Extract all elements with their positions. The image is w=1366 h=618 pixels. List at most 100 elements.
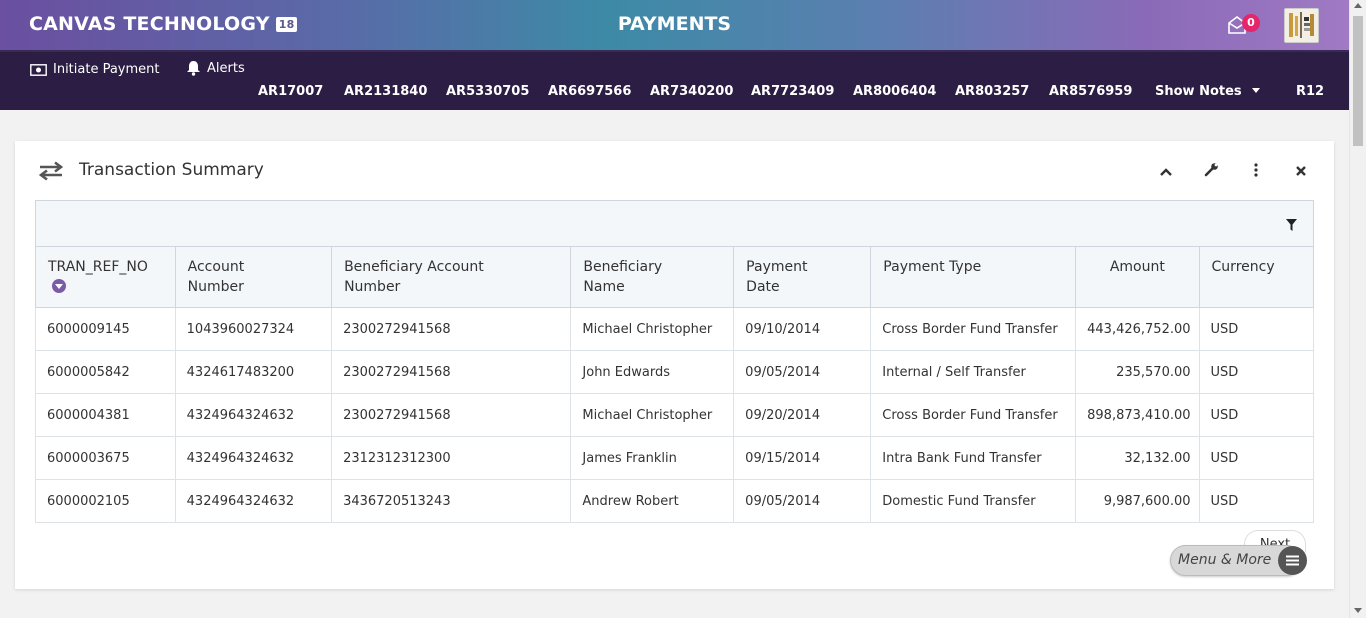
cell-beneficiary-account: 3436720513243 xyxy=(331,479,572,523)
transaction-summary-card: Transaction Summary TRAN_REF_NO Account … xyxy=(15,141,1334,589)
cell-beneficiary-name: Michael Christopher xyxy=(570,307,735,351)
brand-name: CANVAS TECHNOLOGY xyxy=(29,13,270,35)
table-row[interactable]: 6000009145 1043960027324 2300272941568 M… xyxy=(35,307,1315,351)
card-title: Transaction Summary xyxy=(79,160,264,180)
cell-payment-type: Intra Bank Fund Transfer xyxy=(870,436,1077,480)
column-header-currency[interactable]: Currency xyxy=(1198,247,1315,308)
ar-link[interactable]: AR5330705 xyxy=(446,84,529,99)
column-header-label: Amount xyxy=(1109,259,1165,275)
alerts-link[interactable]: Alerts xyxy=(186,60,245,76)
close-icon xyxy=(1295,162,1307,181)
cell-amount: 32,132.00 xyxy=(1075,436,1200,480)
avatar[interactable] xyxy=(1284,8,1319,43)
column-header-amount[interactable]: Amount xyxy=(1075,247,1200,308)
column-header-account-number[interactable]: Account Number xyxy=(174,247,333,308)
cell-beneficiary-account: 2300272941568 xyxy=(331,307,572,351)
cell-tran-ref: 6000005842 xyxy=(35,350,176,394)
ar-link[interactable]: AR803257 xyxy=(955,84,1029,99)
cell-tran-ref: 6000002105 xyxy=(35,479,176,523)
cell-payment-date: 09/15/2014 xyxy=(733,436,872,480)
cell-payment-date: 09/05/2014 xyxy=(733,350,872,394)
column-header-label: Beneficiary Name xyxy=(583,259,663,295)
header-bar: CANVAS TECHNOLOGY 18 PAYMENTS 0 xyxy=(0,0,1349,50)
scroll-up-icon[interactable] xyxy=(1354,3,1362,8)
transfer-arrows-icon xyxy=(38,161,64,185)
cell-payment-date: 09/10/2014 xyxy=(733,307,872,351)
brand-badge: 18 xyxy=(275,16,298,32)
cell-account-number: 4324964324632 xyxy=(174,479,333,523)
scrollbar-thumb[interactable] xyxy=(1353,16,1363,146)
cell-amount: 9,987,600.00 xyxy=(1075,479,1200,523)
ar-link[interactable]: AR7340200 xyxy=(650,84,733,99)
bell-icon xyxy=(186,60,201,76)
cell-payment-type: Cross Border Fund Transfer xyxy=(870,307,1077,351)
cell-tran-ref: 6000004381 xyxy=(35,393,176,437)
chevron-up-icon xyxy=(1159,162,1173,181)
show-notes-label: Show Notes xyxy=(1155,84,1242,99)
sort-dropdown-icon[interactable] xyxy=(52,279,66,293)
column-header-label: TRAN_REF_NO xyxy=(48,259,148,275)
cell-beneficiary-name: Michael Christopher xyxy=(570,393,735,437)
cell-beneficiary-name: Andrew Robert xyxy=(570,479,735,523)
notification-badge: 0 xyxy=(1242,14,1260,32)
cell-account-number: 4324964324632 xyxy=(174,393,333,437)
cell-amount: 235,570.00 xyxy=(1075,350,1200,394)
transactions-table: TRAN_REF_NO Account Number Beneficiary A… xyxy=(35,247,1315,523)
hamburger-icon[interactable] xyxy=(1278,546,1307,575)
cell-amount: 898,873,410.00 xyxy=(1075,393,1200,437)
column-header-label: Account Number xyxy=(187,259,245,295)
cell-payment-date: 09/05/2014 xyxy=(733,479,872,523)
table-row[interactable]: 6000003675 4324964324632 2312312312300 J… xyxy=(35,436,1315,480)
vertical-scrollbar[interactable] xyxy=(1349,0,1366,618)
column-header-beneficiary-account[interactable]: Beneficiary Account Number xyxy=(331,247,572,308)
nav-bar: Initiate Payment Alerts AR17007 AR213184… xyxy=(0,50,1349,110)
settings-button[interactable] xyxy=(1201,161,1221,181)
cell-currency: USD xyxy=(1198,393,1315,437)
kebab-icon xyxy=(1254,162,1258,181)
table-row[interactable]: 6000004381 4324964324632 2300272941568 M… xyxy=(35,393,1315,437)
cell-tran-ref: 6000003675 xyxy=(35,436,176,480)
ar-link[interactable]: AR8576959 xyxy=(1049,84,1132,99)
cell-currency: USD xyxy=(1198,436,1315,480)
brand-logo[interactable]: CANVAS TECHNOLOGY 18 xyxy=(29,13,298,35)
ar-link[interactable]: AR8006404 xyxy=(853,84,936,99)
column-header-payment-date[interactable]: Payment Date xyxy=(733,247,872,308)
cell-currency: USD xyxy=(1198,307,1315,351)
cell-beneficiary-name: John Edwards xyxy=(570,350,735,394)
cash-icon xyxy=(30,63,47,76)
column-header-label: Beneficiary Account Number xyxy=(344,259,484,295)
caret-down-icon xyxy=(1252,88,1261,93)
ar-link[interactable]: AR7723409 xyxy=(751,84,834,99)
filter-icon[interactable] xyxy=(1286,216,1297,235)
table-row[interactable]: 6000002105 4324964324632 3436720513243 A… xyxy=(35,479,1315,523)
menu-and-more-button[interactable]: Menu & More xyxy=(1170,545,1307,576)
cell-amount: 443,426,752.00 xyxy=(1075,307,1200,351)
column-header-payment-type[interactable]: Payment Type xyxy=(870,247,1077,308)
more-options-button[interactable] xyxy=(1246,161,1266,181)
column-header-tran-ref[interactable]: TRAN_REF_NO xyxy=(35,247,176,308)
cell-beneficiary-account: 2312312312300 xyxy=(331,436,572,480)
cell-tran-ref: 6000009145 xyxy=(35,307,176,351)
scroll-down-icon[interactable] xyxy=(1354,608,1362,613)
cell-beneficiary-account: 2300272941568 xyxy=(331,350,572,394)
collapse-button[interactable] xyxy=(1156,161,1176,181)
r12-link[interactable]: R12 xyxy=(1296,84,1324,99)
filter-bar xyxy=(35,200,1314,247)
column-header-beneficiary-name[interactable]: Beneficiary Name xyxy=(570,247,735,308)
cell-account-number: 4324617483200 xyxy=(174,350,333,394)
column-header-label: Payment Type xyxy=(883,259,982,275)
ar-link[interactable]: AR17007 xyxy=(258,84,323,99)
column-header-label: Payment Date xyxy=(746,259,808,295)
column-header-label: Currency xyxy=(1211,259,1275,275)
table-row[interactable]: 6000005842 4324617483200 2300272941568 J… xyxy=(35,350,1315,394)
ar-link[interactable]: AR6697566 xyxy=(548,84,631,99)
initiate-payment-link[interactable]: Initiate Payment xyxy=(30,62,160,77)
wrench-icon xyxy=(1204,162,1219,181)
ar-link[interactable]: AR2131840 xyxy=(344,84,427,99)
cell-account-number: 4324964324632 xyxy=(174,436,333,480)
cell-payment-date: 09/20/2014 xyxy=(733,393,872,437)
cell-payment-type: Domestic Fund Transfer xyxy=(870,479,1077,523)
show-notes-dropdown[interactable]: Show Notes xyxy=(1155,84,1261,99)
cell-currency: USD xyxy=(1198,479,1315,523)
close-button[interactable] xyxy=(1291,161,1311,181)
